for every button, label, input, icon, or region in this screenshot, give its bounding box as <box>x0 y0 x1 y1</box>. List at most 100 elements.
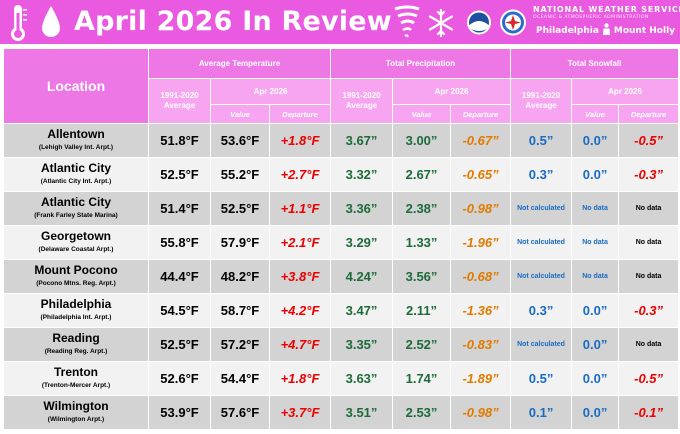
table-row: Philadelphia (Philadelphia Int. Arpt.) 54.… <box>3 293 680 328</box>
snow-value: No data <box>571 259 620 294</box>
precip-value: 1.74” <box>392 361 452 396</box>
precip-normal-header: 1991-2020 Average <box>330 78 394 124</box>
temp-normal: 52.6°F <box>148 361 211 396</box>
snowflake-icon <box>428 3 454 42</box>
snow-value-header: Value <box>571 104 620 124</box>
temp-value: 57.6°F <box>210 395 270 430</box>
precip-normal: 3.67” <box>330 123 394 158</box>
precip-departure: -1.36” <box>450 293 512 328</box>
precip-normal: 3.51” <box>330 395 394 430</box>
location-cell: Atlantic City (Atlantic City Int. Arpt.) <box>3 157 149 192</box>
precip-normal: 3.63” <box>330 361 394 396</box>
snow-value: 0.0” <box>571 293 620 328</box>
temp-departure: +4.2°F <box>268 293 332 328</box>
temp-normal: 44.4°F <box>148 259 211 294</box>
temp-month-header: Apr 2026 <box>209 78 332 105</box>
location-name: Mount Pocono <box>34 262 118 277</box>
temp-value: 48.2°F <box>210 259 270 294</box>
table-row: Atlantic City (Frank Farley State Marina)… <box>3 191 680 226</box>
snow-normal: 0.3” <box>510 157 573 192</box>
noaa-logo <box>466 3 492 42</box>
location-site: (Pocono Mtns. Reg. Arpt.) <box>36 279 116 287</box>
location-cell: Trenton (Trenton-Mercer Arpt.) <box>3 361 149 396</box>
snow-normal: 0.5” <box>510 361 573 396</box>
location-name: Allentown <box>47 126 105 141</box>
precip-normal: 3.47” <box>330 293 394 328</box>
precip-group-header: Total Precipitation <box>330 48 512 79</box>
temp-departure-header: Departure <box>268 104 332 124</box>
temp-normal: 55.8°F <box>148 225 211 260</box>
snow-normal: 0.1” <box>510 395 573 430</box>
precip-value: 2.52” <box>392 327 452 362</box>
snow-departure: No data <box>618 191 680 226</box>
temp-value: 58.7°F <box>210 293 270 328</box>
temp-value: 57.9°F <box>210 225 270 260</box>
precip-month-header: Apr 2026 <box>392 78 512 105</box>
snow-departure: -0.3” <box>618 157 680 192</box>
snow-departure: No data <box>618 225 680 260</box>
location-site: (Philadelphia Int. Arpt.) <box>40 313 112 321</box>
snow-value: 0.0” <box>571 327 620 362</box>
precip-departure: -0.98” <box>450 191 512 226</box>
precip-value-header: Value <box>392 104 452 124</box>
location-site: (Wilmington Arpt.) <box>47 415 105 423</box>
precip-value: 2.11” <box>392 293 452 328</box>
snow-value: No data <box>571 225 620 260</box>
temp-departure: +3.7°F <box>268 395 332 430</box>
location-site: (Delaware Coastal Arpt.) <box>38 245 114 253</box>
table-row: Reading (Reading Reg. Arpt.) 52.5°F 57.2°F +… <box>3 327 680 362</box>
snow-departure: No data <box>618 259 680 294</box>
temp-departure: +1.1°F <box>268 191 332 226</box>
temp-value: 53.6°F <box>210 123 270 158</box>
precip-departure: -0.65” <box>450 157 512 192</box>
snow-value: 0.0” <box>571 123 620 158</box>
temp-group-header: Average Temperature <box>147 48 332 79</box>
snow-departure: -0.5” <box>618 123 680 158</box>
temp-departure: +2.1°F <box>268 225 332 260</box>
snow-departure: -0.5” <box>618 361 680 396</box>
snow-departure: No data <box>618 327 680 362</box>
nws-logo <box>499 3 527 42</box>
location-site: (Atlantic City Int. Arpt.) <box>40 177 112 185</box>
precip-departure: -1.96” <box>450 225 512 260</box>
temp-value: 55.2°F <box>210 157 270 192</box>
table-row: Georgetown (Delaware Coastal Arpt.) 55.8°F… <box>3 225 680 260</box>
table-row: Allentown (Lehigh Valley Int. Arpt.) 51.8°… <box>3 123 680 158</box>
temp-value: 57.2°F <box>210 327 270 362</box>
snow-group-header: Total Snowfall <box>510 48 680 79</box>
temp-normal: 51.4°F <box>148 191 211 226</box>
location-name: Georgetown <box>40 228 111 243</box>
location-name: Philadelphia <box>40 296 112 311</box>
snow-normal: Not calculated <box>510 259 573 294</box>
location-name: Reading <box>52 330 100 345</box>
nws-name: NATIONAL WEATHER SERVICE <box>533 5 680 14</box>
precip-normal: 3.36” <box>330 191 394 226</box>
location-name: Atlantic City <box>40 194 111 209</box>
location-name: Atlantic City <box>40 160 111 175</box>
nws-subtitle: OCEANIC & ATMOSPHERIC ADMINISTRATION <box>533 15 649 20</box>
location-site: (Reading Reg. Arpt.) <box>44 347 108 355</box>
temp-departure: +2.7°F <box>268 157 332 192</box>
precip-departure: -1.89” <box>450 361 512 396</box>
snow-normal: Not calculated <box>510 327 573 362</box>
thermometer-icon <box>8 3 28 42</box>
temp-departure: +1.8°F <box>268 361 332 396</box>
person-icon <box>602 22 611 40</box>
precip-normal: 3.29” <box>330 225 394 260</box>
snow-value: 0.0” <box>571 395 620 430</box>
location-name: Wilmington <box>43 398 109 413</box>
precip-normal: 3.35” <box>330 327 394 362</box>
temp-normal: 53.9°F <box>148 395 211 430</box>
temp-departure: +4.7°F <box>268 327 332 362</box>
snow-normal-header: 1991-2020 Average <box>510 78 573 124</box>
precip-departure: -0.67” <box>450 123 512 158</box>
location-cell: Philadelphia (Philadelphia Int. Arpt.) <box>3 293 149 328</box>
temp-departure: +1.8°F <box>268 123 332 158</box>
temp-normal: 54.5°F <box>148 293 211 328</box>
table-row: Trenton (Trenton-Mercer Arpt.) 52.6°F 54.4°… <box>3 361 680 396</box>
precip-departure-header: Departure <box>450 104 512 124</box>
temp-normal: 52.5°F <box>148 157 211 192</box>
precip-value: 2.53” <box>392 395 452 430</box>
precip-value: 1.33” <box>392 225 452 260</box>
precip-departure: -0.98” <box>450 395 512 430</box>
